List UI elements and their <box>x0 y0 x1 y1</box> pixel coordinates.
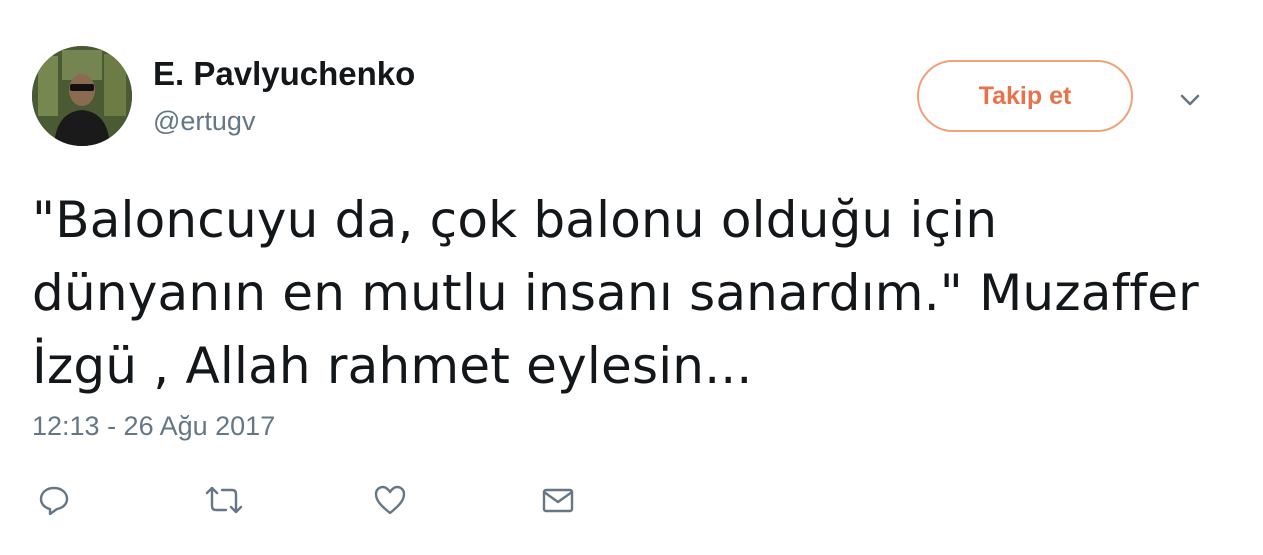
screen-name[interactable]: @ertugv <box>153 104 255 138</box>
retweet-icon <box>204 482 244 518</box>
timestamp[interactable]: 12:13 - 26 Ağu 2017 <box>32 408 275 444</box>
avatar[interactable] <box>32 46 132 146</box>
retweet-button[interactable] <box>204 482 244 518</box>
reply-icon <box>36 482 72 518</box>
tweet-text: "Baloncuyu da, çok balonu olduğu için dü… <box>32 191 1199 395</box>
chevron-down-icon[interactable] <box>1176 86 1204 114</box>
follow-button[interactable]: Takip et <box>917 60 1133 132</box>
heart-icon <box>372 482 408 518</box>
direct-message-button[interactable] <box>540 482 576 518</box>
profile-photo <box>32 46 132 146</box>
reply-button[interactable] <box>36 482 72 518</box>
like-button[interactable] <box>372 482 408 518</box>
envelope-icon <box>540 482 576 518</box>
display-name[interactable]: E. Pavlyuchenko <box>153 54 415 94</box>
tweet-card: E. Pavlyuchenko @ertugv Takip et "Balonc… <box>0 0 1263 555</box>
